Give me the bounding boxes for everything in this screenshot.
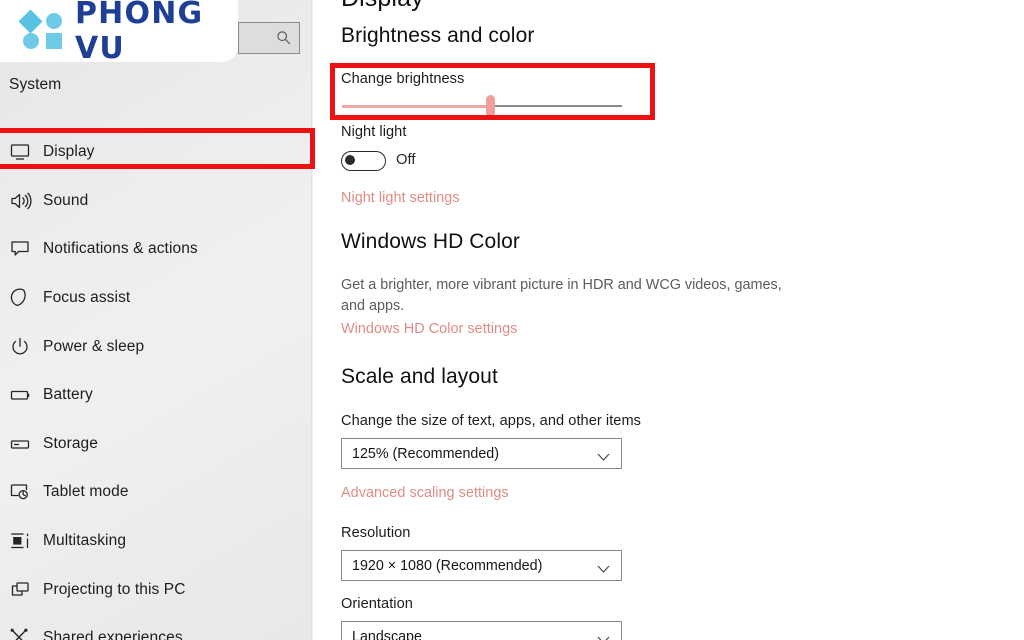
change-brightness-label: Change brightness [341, 71, 465, 87]
square-icon [46, 33, 62, 49]
night-light-state: Off [396, 152, 416, 168]
sidebar-item-battery[interactable]: Battery [0, 371, 313, 420]
night-light-settings-link[interactable]: Night light settings [341, 190, 460, 206]
settings-content: Display Brightness and color Change brig… [313, 0, 1024, 640]
orientation-dropdown-value: Landscape [352, 629, 422, 640]
sidebar-group-label: System [9, 76, 62, 93]
sidebar-item-projecting[interactable]: Projecting to this PC [0, 565, 313, 614]
scale-dropdown-value: 125% (Recommended) [352, 446, 500, 462]
chevron-down-icon [597, 449, 610, 461]
chevron-down-icon [597, 632, 610, 640]
section-heading-brightness: Brightness and color [341, 24, 535, 47]
comment-icon [10, 237, 36, 261]
sidebar-item-label: Tablet mode [43, 483, 129, 501]
slider-fill [342, 105, 490, 108]
sidebar-item-label: Sound [43, 191, 89, 209]
hd-color-description: Get a brighter, more vibrant picture in … [341, 277, 782, 314]
logo-mark [18, 9, 66, 50]
orientation-dropdown[interactable]: Landscape [341, 621, 622, 640]
diamond-icon [18, 9, 43, 34]
resolution-label: Resolution [341, 525, 411, 541]
resolution-dropdown[interactable]: 1920 × 1080 (Recommended) [341, 550, 622, 581]
slider-track [490, 105, 622, 107]
sidebar-item-label: Battery [43, 386, 93, 404]
multitask-icon [10, 529, 36, 553]
sidebar-item-sound[interactable]: Sound [0, 177, 313, 226]
sidebar-item-storage[interactable]: Storage [0, 420, 313, 469]
settings-window: System Display Sound Notifications & act… [0, 0, 1024, 640]
sidebar-item-label: Storage [43, 434, 98, 452]
circle-icon [46, 13, 62, 29]
moon-icon [10, 286, 36, 310]
sidebar-item-focus-assist[interactable]: Focus assist [0, 274, 313, 323]
advanced-scaling-link[interactable]: Advanced scaling settings [341, 485, 509, 501]
night-light-toggle[interactable] [341, 151, 386, 171]
sidebar-item-label: Display [43, 143, 95, 161]
sidebar-item-label: Notifications & actions [43, 240, 198, 258]
section-heading-scale-layout: Scale and layout [341, 365, 498, 388]
sidebar-item-label: Focus assist [43, 289, 131, 307]
scale-label: Change the size of text, apps, and other… [341, 413, 642, 429]
night-light-label: Night light [341, 124, 407, 140]
sidebar-item-display[interactable]: Display [0, 128, 313, 177]
logo-text: PHONG VU [75, 0, 204, 66]
sidebar-nav: Display Sound Notifications & actions Fo… [0, 128, 313, 640]
scale-dropdown[interactable]: 125% (Recommended) [341, 438, 622, 469]
speaker-icon [10, 189, 36, 213]
search-input[interactable] [238, 22, 300, 54]
orientation-label: Orientation [341, 596, 413, 612]
chevron-down-icon [597, 561, 610, 573]
sidebar-item-notifications[interactable]: Notifications & actions [0, 225, 313, 274]
toggle-knob [345, 155, 355, 165]
sidebar-item-shared-experiences[interactable]: Shared experiences [0, 614, 313, 640]
power-icon [10, 335, 36, 359]
drive-icon [10, 432, 36, 456]
sidebar-item-label: Multitasking [43, 532, 127, 550]
slider-thumb[interactable] [486, 95, 495, 117]
project-icon [10, 578, 36, 602]
section-heading-hd-color: Windows HD Color [341, 230, 520, 253]
brightness-slider[interactable] [342, 95, 622, 117]
phong-vu-logo: PHONG VU [0, 0, 238, 66]
share-icon [10, 626, 36, 640]
circle-icon [23, 33, 39, 49]
settings-sidebar: System Display Sound Notifications & act… [0, 0, 313, 640]
sidebar-item-tablet-mode[interactable]: Tablet mode [0, 468, 313, 517]
resolution-dropdown-value: 1920 × 1080 (Recommended) [352, 558, 543, 574]
tablet-icon [10, 480, 36, 504]
page-title: Display [341, 0, 424, 13]
sidebar-item-label: Shared experiences [43, 629, 183, 640]
search-icon [276, 30, 292, 46]
sidebar-item-label: Projecting to this PC [43, 580, 186, 598]
sidebar-item-label: Power & sleep [43, 337, 145, 355]
sidebar-item-power-sleep[interactable]: Power & sleep [0, 322, 313, 371]
sidebar-item-multitasking[interactable]: Multitasking [0, 517, 313, 566]
monitor-icon [10, 140, 36, 164]
battery-icon [10, 383, 36, 407]
hd-color-settings-link[interactable]: Windows HD Color settings [341, 321, 517, 337]
